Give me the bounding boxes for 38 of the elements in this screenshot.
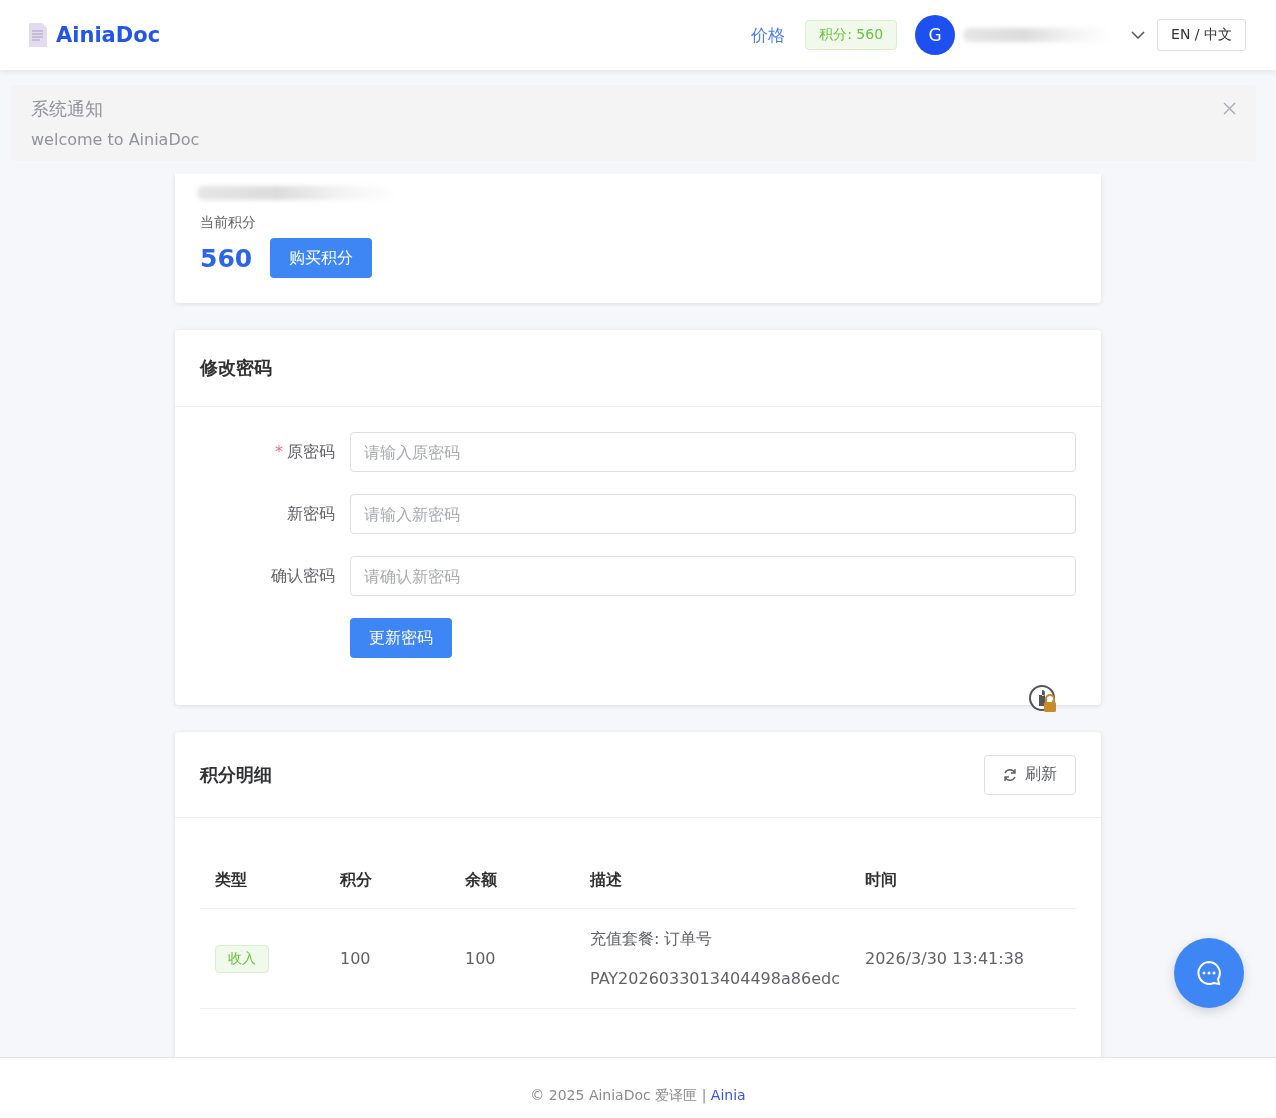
- notice-title: 系统通知: [31, 97, 104, 121]
- app-logo[interactable]: AiniaDoc: [56, 23, 161, 47]
- password-field[interactable]: 请输入原密码: [350, 432, 1076, 472]
- chat-button[interactable]: [1174, 938, 1244, 1008]
- pricing-link[interactable]: 价格: [751, 23, 786, 47]
- document-icon: [28, 22, 48, 48]
- column-header: 积分: [340, 870, 373, 891]
- field-label: 确认密码: [270, 565, 336, 587]
- table-cell-text: 100: [465, 947, 497, 970]
- points-badge: 积分: 560: [805, 20, 898, 50]
- points-value: 560: [200, 243, 253, 273]
- card-title: 修改密码: [200, 356, 272, 380]
- buy-points-button[interactable]: 购买积分: [270, 238, 373, 278]
- type-tag: 收入: [215, 944, 269, 973]
- points-label: 当前积分: [200, 214, 257, 232]
- column-header: 描述: [590, 870, 623, 891]
- refresh-button[interactable]: 刷新: [984, 754, 1076, 795]
- padlock-icon[interactable]: [1029, 685, 1059, 715]
- language-button[interactable]: EN / 中文: [1157, 19, 1246, 51]
- footer-text: © 2025 AiniaDoc 爱译匣 | Ainia: [530, 1086, 746, 1105]
- column-header: 时间: [865, 870, 898, 891]
- chevron-down-icon[interactable]: [1131, 31, 1146, 39]
- field-label: * 原密码: [274, 441, 336, 463]
- refresh-icon: [1003, 767, 1017, 782]
- table-cell-text: 100: [340, 947, 372, 970]
- column-header: 类型: [215, 870, 248, 891]
- footer-link[interactable]: Ainia: [710, 1086, 746, 1103]
- password-field[interactable]: 请输入新密码: [350, 494, 1076, 534]
- table-cell-text: 充值套餐: 订单号 PAY2026033013404498a86edc: [590, 927, 841, 990]
- update-password-button[interactable]: 更新密码: [350, 618, 452, 658]
- user-avatar[interactable]: G: [915, 15, 956, 55]
- field-label: 新密码: [286, 503, 336, 525]
- column-header: 余额: [465, 870, 498, 891]
- table-cell-text: 2026/3/30 13:41:38: [865, 947, 1025, 970]
- card-title: 积分明细: [200, 762, 272, 787]
- chat-icon: [1195, 959, 1223, 987]
- password-field[interactable]: 请确认新密码: [350, 556, 1076, 596]
- notice-message: welcome to AiniaDoc: [31, 130, 200, 149]
